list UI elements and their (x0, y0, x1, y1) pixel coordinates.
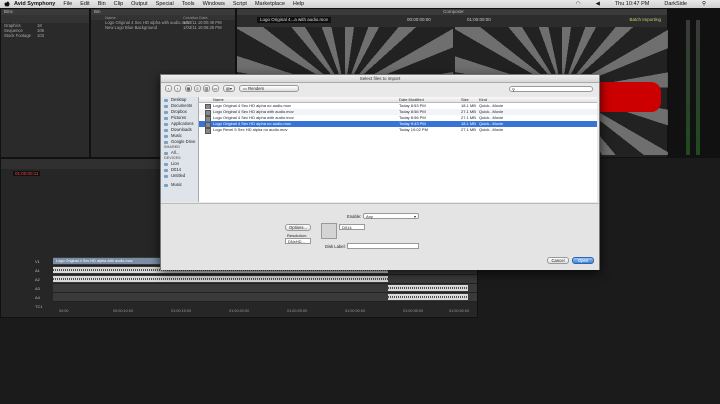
resolution-select[interactable]: DNxHD... (285, 238, 311, 244)
file-row[interactable]: Logo Revel 5 Sec HD alpha no audio.mov To… (199, 127, 597, 134)
menu-app-name[interactable]: Avid Symphony (14, 1, 55, 7)
sidebar-item-google-drive[interactable]: Google Drive (161, 139, 198, 145)
track-label[interactable]: A1 (35, 268, 85, 273)
track-label[interactable]: A3 (35, 286, 85, 291)
search-icon: ⚲ (512, 87, 515, 92)
menu-clock[interactable]: Thu 10:47 PM (615, 1, 650, 7)
enable-select[interactable]: Any ▾ (363, 213, 419, 219)
menu-bin[interactable]: Bin (98, 1, 106, 7)
menu-windows[interactable]: Windows (203, 1, 225, 7)
spotlight-icon[interactable]: ⚲ (702, 1, 706, 7)
menu-marketplace[interactable]: Marketplace (255, 1, 285, 7)
track-a2[interactable] (53, 275, 477, 284)
cancel-button[interactable]: Cancel (547, 257, 569, 264)
source-timecode: 00:00:00:00 (407, 17, 431, 22)
menu-clip[interactable]: Clip (114, 1, 123, 7)
forward-button[interactable]: › (174, 85, 181, 92)
menu-output[interactable]: Output (131, 1, 148, 7)
menu-file[interactable]: File (63, 1, 72, 7)
search-input[interactable]: ⚲ (509, 86, 593, 92)
wifi-icon[interactable]: ◠ (576, 1, 581, 7)
menu-edit[interactable]: Edit (80, 1, 89, 7)
menu-bar: Avid Symphony File Edit Bin Clip Output … (0, 0, 720, 8)
options-button[interactable]: Options... (285, 224, 311, 231)
path-popup[interactable]: ▭ Renders (239, 85, 299, 92)
track-a4[interactable] (53, 293, 477, 302)
volume-icon[interactable]: ◀ (596, 1, 600, 7)
track-a3[interactable] (53, 284, 477, 293)
target-drive-select[interactable]: D014 (339, 224, 365, 230)
icon-view-button[interactable]: ▦ (185, 85, 192, 92)
track-label[interactable]: A2 (35, 277, 85, 282)
project-bins-panel: Bins Graphics 18 Sequence 106 Stock Footag… (0, 8, 90, 158)
sidebar-item-all[interactable]: All... (161, 150, 198, 156)
track-label[interactable]: A4 (35, 295, 85, 300)
batch-status: Batch Importing (629, 17, 661, 22)
bin-row[interactable]: Stock Footage 103 (1, 33, 89, 38)
import-dialog: Select files to import ‹ › ▦ ≡ ▥ ▭ ▤▾ ▭ … (160, 74, 600, 270)
column-view-button[interactable]: ▥ (203, 85, 210, 92)
arrange-button[interactable]: ▤▾ (223, 85, 235, 92)
menu-special[interactable]: Special (156, 1, 174, 7)
dialog-title: Select files to import (161, 75, 599, 83)
target-drive-icon[interactable] (321, 223, 337, 239)
menu-help[interactable]: Help (293, 1, 304, 7)
clip-row[interactable]: New Logo Blue Background 1/03/11 10:06:25… (91, 25, 235, 30)
disk-label-input[interactable] (347, 243, 419, 249)
col-header-size[interactable]: Size (461, 97, 469, 102)
menu-script[interactable]: Script (233, 1, 247, 7)
back-button[interactable]: ‹ (165, 85, 172, 92)
col-header-date[interactable]: Date Modified (399, 97, 424, 102)
open-button[interactable]: Open (572, 257, 594, 264)
disk-label-label: Disk Label: (325, 244, 346, 249)
apple-icon[interactable] (4, 1, 10, 7)
sidebar-item-music-2[interactable]: Music (161, 182, 198, 188)
coverflow-view-button[interactable]: ▭ (212, 85, 219, 92)
mouse-cursor: ▲ (298, 145, 304, 151)
sidebar-item-untitled[interactable]: Untitled (161, 173, 198, 179)
menu-tools[interactable]: Tools (182, 1, 195, 7)
record-timecode: 01:00:00:00 (467, 17, 491, 22)
col-header-name[interactable]: Name (213, 97, 224, 102)
timeline-timecode: 01:00:00:11 (13, 171, 41, 176)
source-clip-name[interactable]: Logo Original 4...a with audio.mov (257, 17, 332, 23)
track-label[interactable]: V1 (35, 259, 85, 264)
col-header-kind[interactable]: Kind (479, 97, 487, 102)
list-view-button[interactable]: ≡ (194, 85, 201, 92)
menu-user[interactable]: DarkSide (664, 1, 687, 7)
audio-meters (668, 8, 720, 158)
enable-label: Enable: (347, 214, 362, 219)
timeline-ruler[interactable]: 00:00 00:00:10:00 01:00:15:00 01:00:20:0… (53, 309, 477, 317)
file-list: Name Date Modified Size Kind Logo Origin… (199, 97, 597, 202)
movie-file-icon (205, 128, 211, 134)
dialog-sidebar: Desktop Documents Dropbox Pictures Appli… (161, 97, 199, 202)
